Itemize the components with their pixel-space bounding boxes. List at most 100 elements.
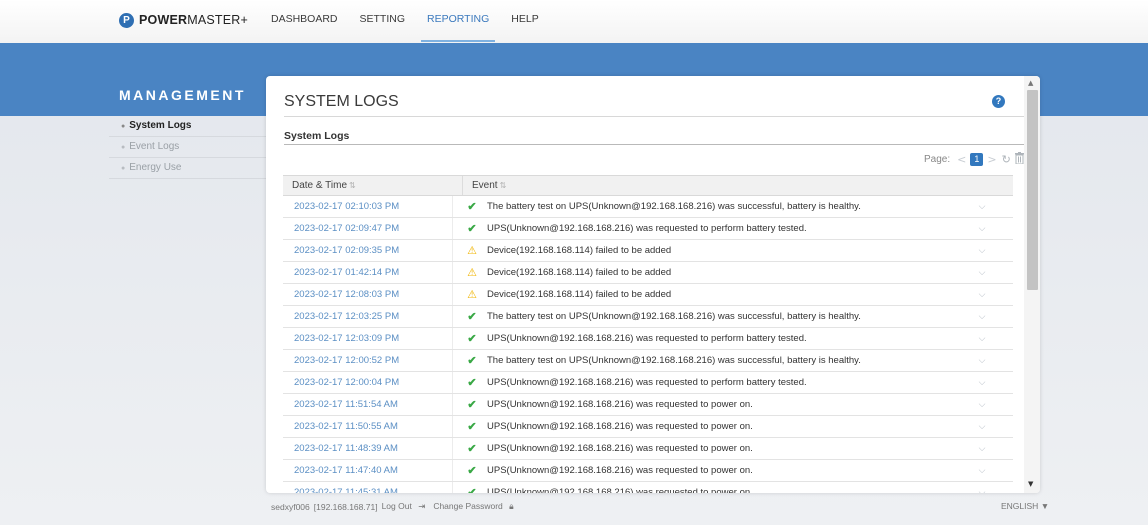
- row-event: UPS(Unknown@192.168.168.216) was request…: [487, 377, 807, 388]
- change-password-label: Change Password: [433, 501, 503, 511]
- table-row[interactable]: 2023-02-17 12:03:25 PM ✔︎ The battery test…: [283, 306, 1013, 328]
- table-header: Date & Time ⇅ Event ⇅: [283, 176, 1013, 196]
- page-title: SYSTEM LOGS: [284, 93, 399, 110]
- check-icon: ✔︎: [467, 399, 477, 411]
- check-icon: ✔︎: [467, 377, 477, 389]
- warning-icon: ⚠︎: [467, 289, 477, 301]
- bullet-icon: ●: [121, 165, 126, 172]
- row-datetime: 2023-02-17 12:00:52 PM: [283, 350, 453, 371]
- row-event: UPS(Unknown@192.168.168.216) was request…: [487, 421, 753, 432]
- logout-icon: ⇥: [418, 501, 426, 511]
- current-page-button[interactable]: 1: [970, 152, 984, 166]
- sidebar-item-energy-use[interactable]: ● Energy Use: [109, 158, 266, 179]
- section-label: System Logs: [284, 130, 350, 142]
- table-row[interactable]: 2023-02-17 11:48:39 AM ✔︎ UPS(Unknown@192.…: [283, 438, 1013, 460]
- prev-page-icon[interactable]: <: [957, 153, 966, 166]
- row-datetime: 2023-02-17 11:48:39 AM: [283, 438, 453, 459]
- table-row[interactable]: 2023-02-17 12:08:03 PM ⚠︎ Device(192.168.1…: [283, 284, 1013, 306]
- column-header-label: Event: [472, 180, 498, 191]
- scroll-up-icon[interactable]: ▲: [1028, 79, 1033, 87]
- table-row[interactable]: 2023-02-17 02:09:35 PM ⚠︎ Device(192.168.1…: [283, 240, 1013, 262]
- footer-ip: [192.168.168.71]: [313, 501, 378, 512]
- expand-chevron-icon[interactable]: ⌵: [967, 465, 997, 476]
- nav-setting[interactable]: SETTING: [360, 13, 406, 25]
- check-icon: ✔︎: [467, 443, 477, 455]
- nav-help[interactable]: HELP: [511, 13, 538, 25]
- warning-icon: ⚠︎: [467, 245, 477, 257]
- main-nav: DASHBOARD SETTING REPORTING HELP: [271, 13, 561, 42]
- bullet-icon: ●: [121, 123, 126, 130]
- check-icon: ✔︎: [467, 223, 477, 235]
- nav-reporting[interactable]: REPORTING: [421, 13, 496, 42]
- next-page-icon[interactable]: >: [987, 153, 996, 166]
- sidebar-item-system-logs[interactable]: ● System Logs: [109, 116, 266, 137]
- expand-chevron-icon[interactable]: ⌵: [967, 267, 997, 278]
- expand-chevron-icon[interactable]: ⌵: [967, 355, 997, 366]
- check-icon: ✔︎: [467, 333, 477, 345]
- expand-chevron-icon[interactable]: ⌵: [967, 421, 997, 432]
- change-password-link[interactable]: Change Password 🔒︎: [433, 501, 517, 512]
- page-label: Page:: [924, 153, 951, 165]
- sidebar-item-label: System Logs: [129, 120, 192, 131]
- check-icon: ✔︎: [467, 465, 477, 477]
- row-datetime: 2023-02-17 12:03:09 PM: [283, 328, 453, 349]
- sidebar-item-label: Event Logs: [129, 141, 180, 152]
- table-row[interactable]: 2023-02-17 02:10:03 PM ✔︎ The battery test…: [283, 196, 1013, 218]
- expand-chevron-icon[interactable]: ⌵: [967, 399, 997, 410]
- table-row[interactable]: 2023-02-17 12:00:04 PM ✔︎ UPS(Unknown@192.…: [283, 372, 1013, 394]
- warning-icon: ⚠︎: [467, 267, 477, 279]
- expand-chevron-icon[interactable]: ⌵: [967, 333, 997, 344]
- language-selector[interactable]: ENGLISH ▼: [1001, 501, 1049, 511]
- check-icon: ✔︎: [467, 201, 477, 213]
- expand-chevron-icon[interactable]: ⌵: [967, 245, 997, 256]
- sidebar-item-event-logs[interactable]: ● Event Logs: [109, 137, 266, 158]
- language-label: ENGLISH: [1001, 501, 1039, 511]
- row-datetime: 2023-02-17 11:47:40 AM: [283, 460, 453, 481]
- table-row[interactable]: 2023-02-17 01:42:14 PM ⚠︎ Device(192.168.1…: [283, 262, 1013, 284]
- check-icon: ✔︎: [467, 421, 477, 433]
- footer-username: sedxyf006: [271, 501, 310, 512]
- column-header-event[interactable]: Event ⇅: [463, 176, 506, 195]
- expand-chevron-icon[interactable]: ⌵: [967, 487, 997, 493]
- row-event: Device(192.168.168.114) failed to be add…: [487, 267, 672, 278]
- table-row[interactable]: 2023-02-17 11:50:55 AM ✔︎ UPS(Unknown@192.…: [283, 416, 1013, 438]
- table-row[interactable]: 2023-02-17 12:00:52 PM ✔︎ The battery test…: [283, 350, 1013, 372]
- help-icon[interactable]: ?: [992, 95, 1005, 108]
- table-row[interactable]: 2023-02-17 11:51:54 AM ✔︎ UPS(Unknown@192.…: [283, 394, 1013, 416]
- table-row[interactable]: 2023-02-17 11:47:40 AM ✔︎ UPS(Unknown@192.…: [283, 460, 1013, 482]
- row-event: Device(192.168.168.114) failed to be add…: [487, 289, 672, 300]
- chevron-down-icon: ▼: [1040, 501, 1050, 511]
- logout-link[interactable]: Log Out ⇥: [382, 501, 430, 512]
- expand-chevron-icon[interactable]: ⌵: [967, 289, 997, 300]
- scroll-down-icon[interactable]: ▼: [1028, 480, 1033, 488]
- table-body: 2023-02-17 02:10:03 PM ✔︎ The battery test…: [283, 196, 1013, 493]
- expand-chevron-icon[interactable]: ⌵: [967, 377, 997, 388]
- column-header-date[interactable]: Date & Time ⇅: [283, 176, 463, 195]
- table-row[interactable]: 2023-02-17 12:03:09 PM ✔︎ UPS(Unknown@192.…: [283, 328, 1013, 350]
- row-datetime: 2023-02-17 02:09:47 PM: [283, 218, 453, 239]
- logs-table: Date & Time ⇅ Event ⇅ 2023-02-17 02:10:03 …: [283, 175, 1013, 493]
- sidebar: ● System Logs ● Event Logs ● Energy Use: [109, 116, 266, 179]
- expand-chevron-icon[interactable]: ⌵: [967, 311, 997, 322]
- expand-chevron-icon[interactable]: ⌵: [967, 443, 997, 454]
- scrollbar-thumb[interactable]: [1027, 90, 1038, 290]
- row-datetime: 2023-02-17 12:03:25 PM: [283, 306, 453, 327]
- sort-icon[interactable]: ⇅: [349, 181, 356, 190]
- table-row[interactable]: 2023-02-17 11:45:31 AM ✔︎ UPS(Unknown@192.…: [283, 482, 1013, 493]
- row-event: UPS(Unknown@192.168.168.216) was request…: [487, 223, 807, 234]
- row-event: UPS(Unknown@192.168.168.216) was request…: [487, 487, 753, 493]
- footer-user-bar: sedxyf006 [192.168.168.71] Log Out ⇥ Cha…: [271, 501, 522, 512]
- expand-chevron-icon[interactable]: ⌵: [967, 223, 997, 234]
- refresh-icon[interactable]: ↻: [1002, 153, 1011, 166]
- pagination: Page: < 1 > ↻: [924, 151, 1025, 167]
- sort-icon[interactable]: ⇅: [500, 181, 507, 190]
- table-row[interactable]: 2023-02-17 02:09:47 PM ✔︎ UPS(Unknown@192.…: [283, 218, 1013, 240]
- expand-chevron-icon[interactable]: ⌵: [967, 201, 997, 212]
- check-icon: ✔︎: [467, 487, 477, 493]
- logo-text: POWERMASTER+: [139, 13, 248, 27]
- row-event: The battery test on UPS(Unknown@192.168.…: [487, 311, 861, 322]
- row-datetime: 2023-02-17 11:50:55 AM: [283, 416, 453, 437]
- nav-dashboard[interactable]: DASHBOARD: [271, 13, 338, 25]
- check-icon: ✔︎: [467, 355, 477, 367]
- powermaster-logo[interactable]: P POWERMASTER+: [119, 11, 248, 29]
